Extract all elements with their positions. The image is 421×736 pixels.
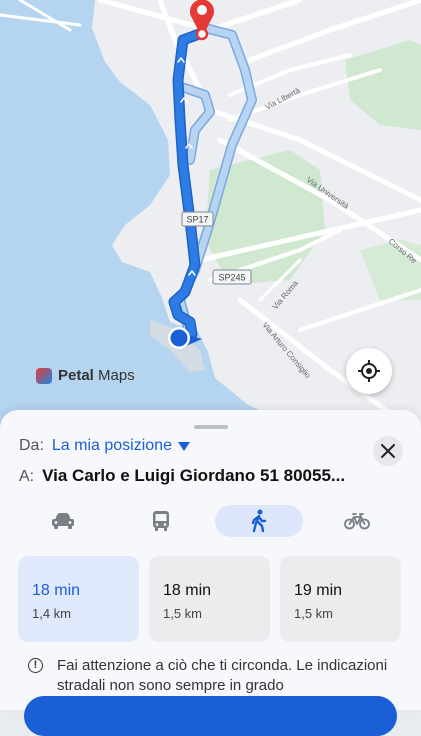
route-option-card[interactable]: 18 min 1,4 km	[18, 556, 139, 642]
walk-icon	[251, 509, 267, 533]
mode-car-tab[interactable]	[19, 505, 107, 537]
travel-mode-tabs	[0, 505, 421, 539]
route-distance: 1,5 km	[163, 606, 203, 621]
road-shield-sp245: SP245	[212, 269, 252, 285]
route-time: 18 min	[32, 582, 81, 599]
destination-value[interactable]: Via Carlo e Luigi Giordano 51 80055...	[42, 466, 345, 486]
petal-maps-logo-icon	[36, 367, 52, 384]
bike-icon	[344, 513, 370, 530]
bus-icon	[153, 511, 169, 531]
watermark-brand-rest: Maps	[98, 367, 135, 384]
road-shield-sp245-label: SP245	[218, 273, 245, 283]
destination-row[interactable]: A: Via Carlo e Luigi Giordano 51 80055..…	[19, 466, 409, 486]
watermark-brand-bold: Petal	[58, 367, 94, 384]
route-option-card[interactable]: 19 min 1,5 km	[280, 556, 401, 642]
info-icon: !	[28, 658, 43, 673]
destination-label: A:	[19, 468, 35, 485]
route-distance: 1,4 km	[32, 606, 72, 621]
car-icon	[52, 513, 74, 529]
locate-me-button[interactable]	[346, 348, 392, 394]
safety-notice: ! Fai attenzione a ciò che ti circonda. …	[28, 656, 398, 696]
origin-label: Da:	[19, 437, 44, 454]
road-shield-sp17-label: SP17	[186, 215, 208, 225]
petal-maps-watermark: Petal Maps	[36, 367, 135, 384]
route-time: 18 min	[163, 582, 212, 599]
origin-value[interactable]: La mia posizione	[52, 437, 172, 455]
close-icon	[381, 444, 395, 458]
dropdown-arrow-icon[interactable]	[177, 441, 190, 451]
route-bottom-sheet: Da: La mia posizione A: Via Carlo e Luig…	[0, 410, 421, 736]
origin-row[interactable]: Da: La mia posizione	[19, 437, 190, 455]
route-option-card[interactable]: 18 min 1,5 km	[149, 556, 270, 642]
road-shield-sp17: SP17	[181, 211, 214, 227]
mode-bike-tab[interactable]	[313, 505, 401, 537]
mode-transit-tab[interactable]	[117, 505, 205, 537]
close-button[interactable]	[373, 436, 403, 466]
sheet-drag-handle[interactable]	[194, 425, 228, 429]
route-distance: 1,5 km	[294, 606, 334, 621]
mode-walk-tab[interactable]	[215, 505, 303, 537]
start-navigation-button[interactable]	[24, 696, 397, 736]
crosshair-icon	[358, 360, 380, 382]
route-time: 19 min	[294, 582, 343, 599]
safety-notice-text: Fai attenzione a ciò che ti circonda. Le…	[57, 657, 388, 694]
